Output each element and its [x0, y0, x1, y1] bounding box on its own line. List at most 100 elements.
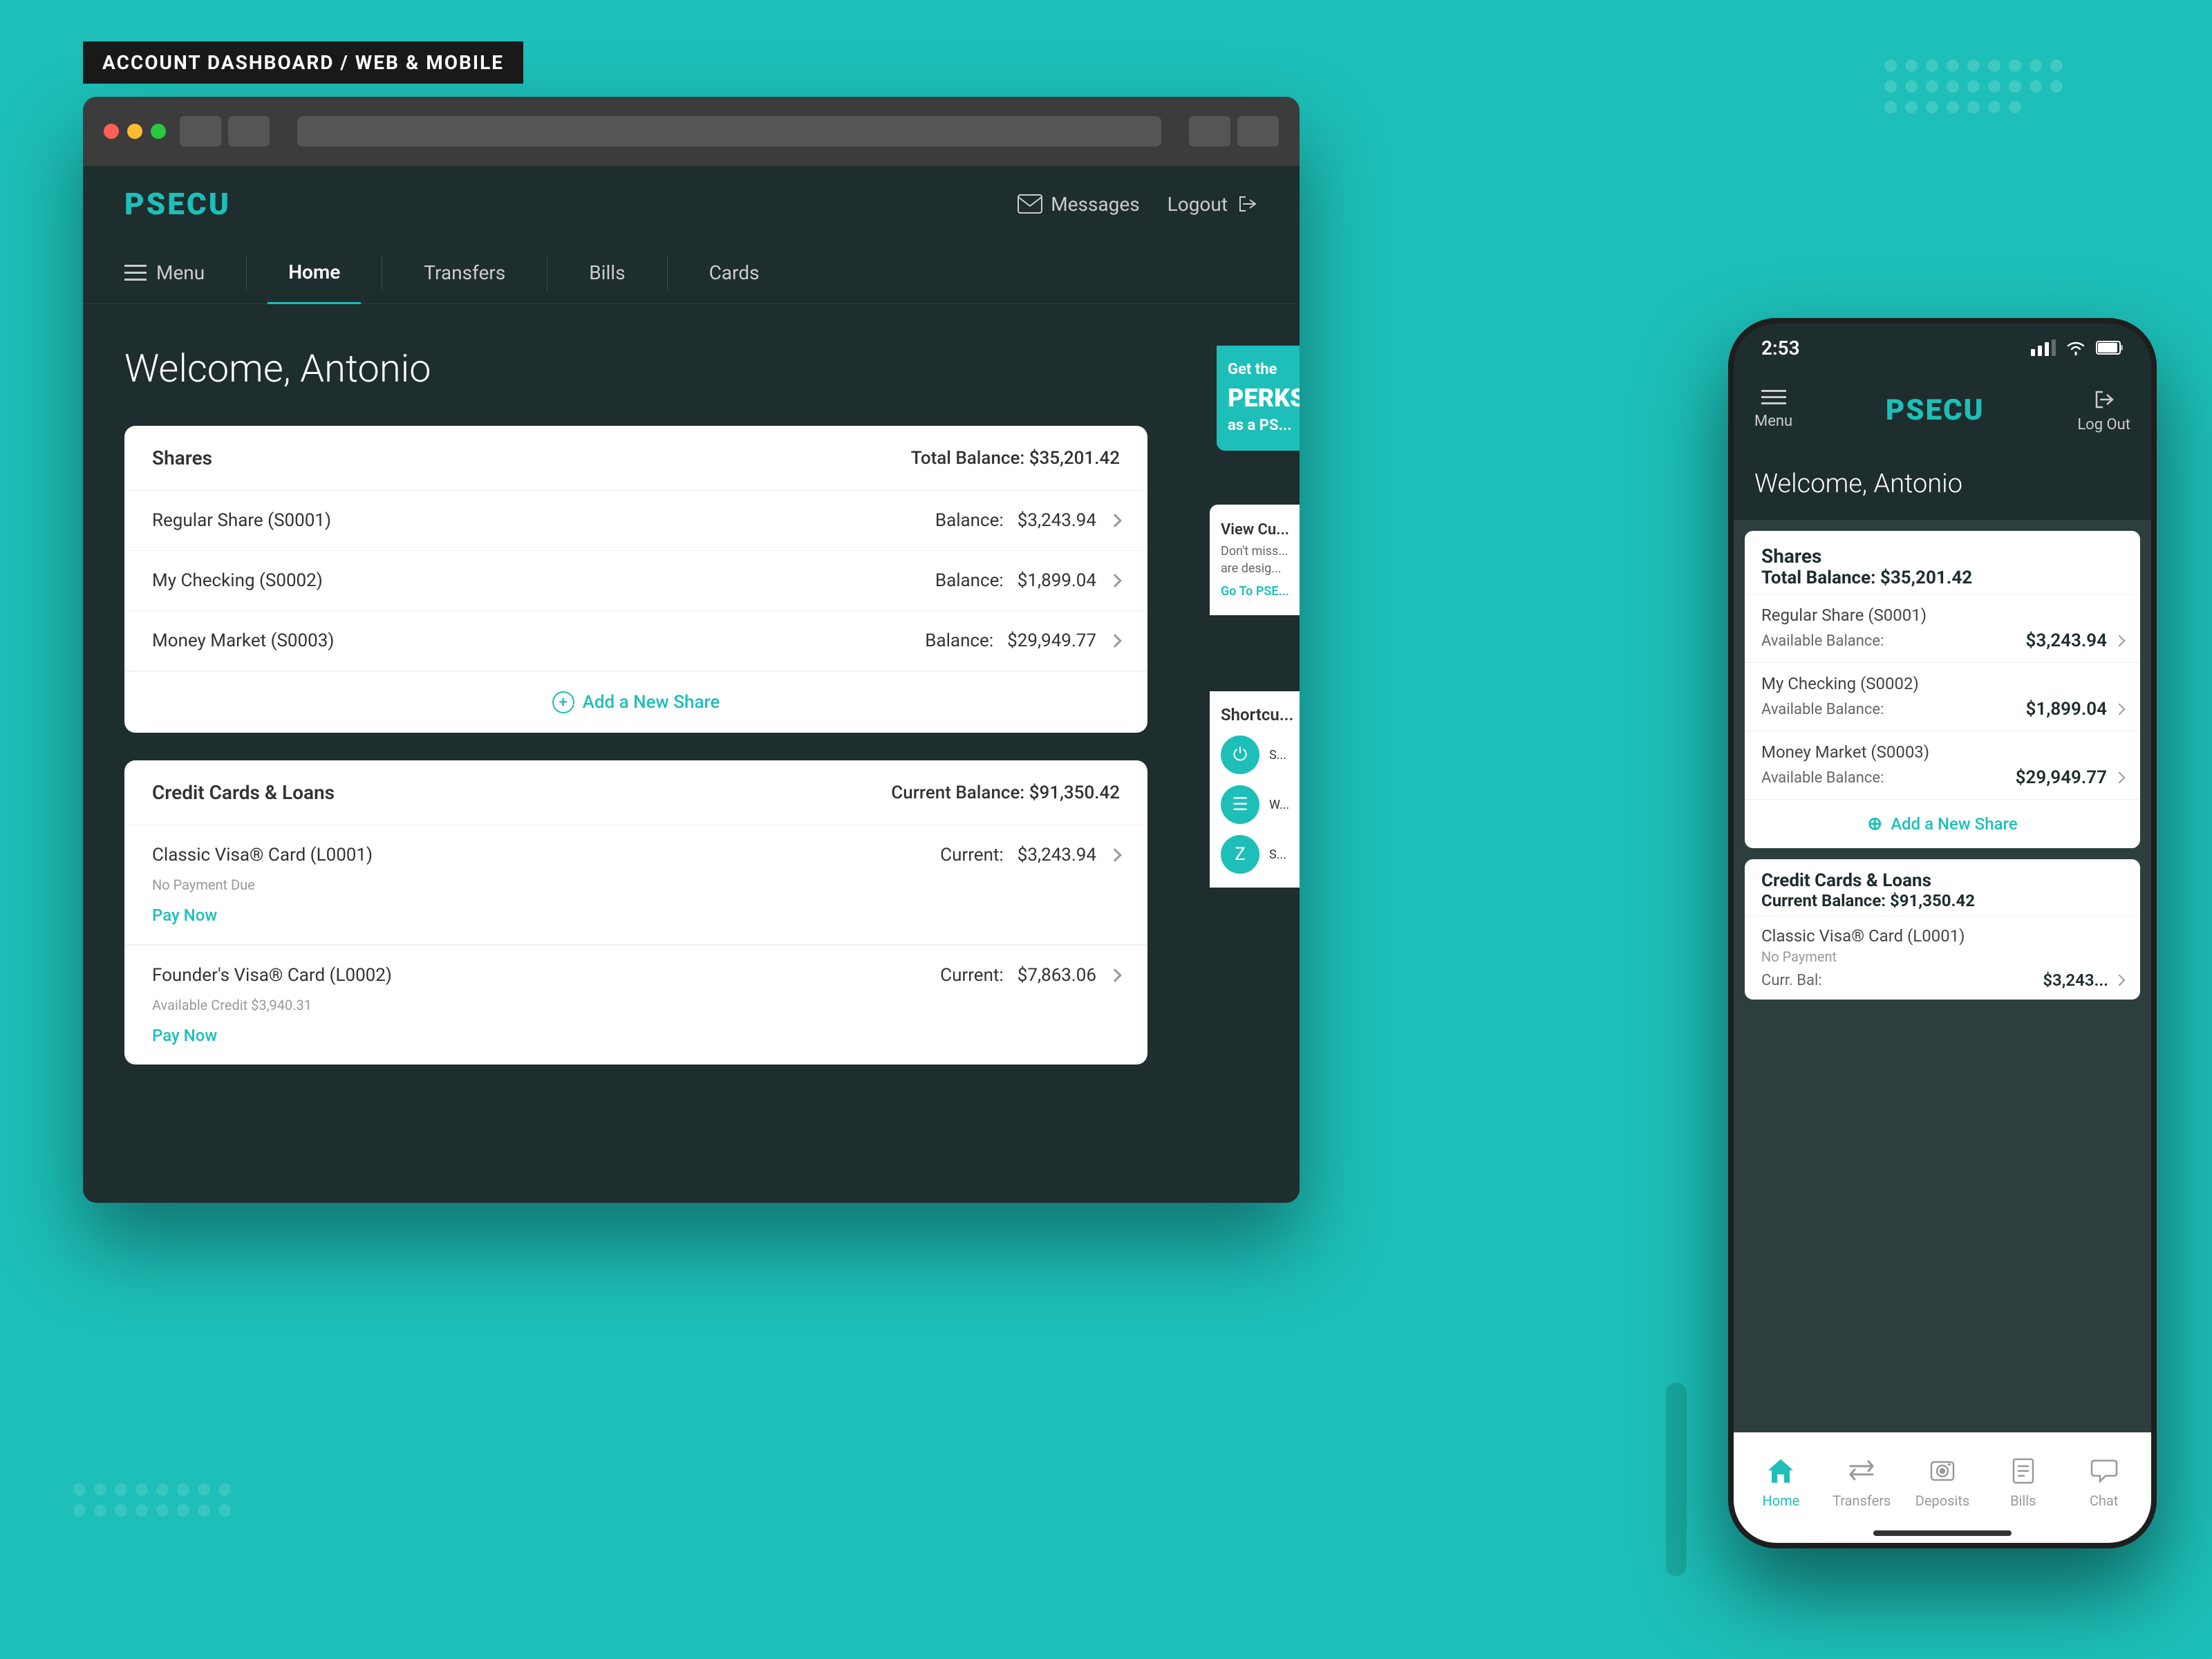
credit-total-balance: Current Balance: $91,350.42 — [891, 782, 1120, 803]
mobile-shares-balance-value-3: $29,949.77 — [2016, 767, 2124, 788]
pay-now-link-2[interactable]: Pay Now — [152, 1026, 217, 1045]
nav-divider — [246, 256, 247, 290]
shares-balance-label-3: Balance: — [925, 630, 993, 651]
welcome-title: Welcome, Antonio — [124, 346, 1258, 391]
browser-forward-button[interactable] — [228, 116, 270, 147]
browser-window: PSECU Messages Logout — [83, 97, 1300, 1203]
envelope-icon — [1018, 194, 1042, 214]
mobile-shares-row-1[interactable]: Regular Share (S0001) Available Balance:… — [1745, 594, 2140, 662]
chat-icon — [2088, 1454, 2121, 1487]
mobile-card-balance-value-1: $3,243... — [2043, 971, 2124, 990]
signal-icon — [2031, 339, 2056, 356]
mobile-shares-header: Shares Total Balance: $35,201.42 — [1745, 531, 2140, 594]
credit-row-2[interactable]: Founder's Visa® Card (L0002) Current: $7… — [124, 945, 1147, 1065]
mobile-nav-transfers-label: Transfers — [1833, 1492, 1891, 1509]
shortcut-icon-1[interactable]: ⏻ — [1221, 735, 1259, 774]
browser-menu-button[interactable] — [1237, 116, 1279, 147]
menu-button[interactable]: Menu — [124, 261, 205, 284]
credit-balance-1: Current: $3,243.94 — [940, 845, 1120, 865]
mobile-shares-balance-value-1: $3,243.94 — [2026, 630, 2124, 651]
mobile-shares-row-2[interactable]: My Checking (S0002) Available Balance: $… — [1745, 662, 2140, 731]
shortcut-icon-3[interactable]: Z — [1221, 835, 1259, 874]
browser-bookmark-button[interactable] — [1189, 116, 1230, 147]
messages-button[interactable]: Messages — [1018, 193, 1139, 216]
shares-balance-label-2: Balance: — [935, 570, 1004, 591]
pay-now-link-1[interactable]: Pay Now — [152, 906, 217, 925]
status-icons — [2031, 339, 2124, 356]
mobile-shares-balance-row-2: Available Balance: $1,899.04 — [1761, 699, 2124, 720]
mobile-shares-balance-label-2: Available Balance: — [1761, 701, 1884, 718]
mobile-chevron-2 — [2114, 704, 2126, 715]
mobile-status-bar: 2:53 — [1734, 324, 2151, 372]
home-icon — [1764, 1454, 1797, 1487]
mobile-logout-button[interactable]: Log Out — [2077, 387, 2130, 433]
browser-action-buttons — [1189, 116, 1279, 147]
mobile-bottom-nav: Home Transfers Deposits — [1734, 1432, 2151, 1543]
plus-circle-icon: + — [552, 691, 574, 713]
credit-balance-value-1: $3,243.94 — [1018, 845, 1096, 865]
credit-card: Credit Cards & Loans Current Balance: $9… — [124, 760, 1147, 1065]
shares-balance-1: Balance: $3,243.94 — [935, 510, 1120, 531]
credit-row-1[interactable]: Classic Visa® Card (L0001) Current: $3,2… — [124, 825, 1147, 945]
mobile-add-share-button[interactable]: ⊕ Add a New Share — [1745, 799, 2140, 848]
mobile-header: Menu PSECU Log Out — [1734, 372, 2151, 448]
mobile-shares-section: Shares Total Balance: $35,201.42 Regular… — [1745, 531, 2140, 848]
browser-back-button[interactable] — [180, 116, 221, 147]
mobile-menu-button[interactable]: Menu — [1754, 390, 1792, 430]
status-time: 2:53 — [1761, 337, 1800, 359]
mobile-content: Welcome, Antonio Shares Total Balance: $… — [1734, 448, 2151, 1432]
mobile-hamburger-icon — [1761, 390, 1786, 409]
mobile-nav-deposits-label: Deposits — [1915, 1492, 1969, 1509]
mobile-credit-section: Credit Cards & Loans Current Balance: $9… — [1745, 859, 2140, 1000]
shares-balance-value-3: $29,949.77 — [1007, 630, 1096, 651]
credit-card-sub-1: No Payment Due — [152, 877, 255, 893]
mobile-nav-deposits[interactable]: Deposits — [1902, 1454, 1983, 1509]
shortcut-icon-2[interactable]: ☰ — [1221, 785, 1259, 824]
mobile-nav-home[interactable]: Home — [1741, 1454, 1821, 1509]
close-dot[interactable] — [104, 124, 119, 139]
browser-nav-buttons — [180, 116, 270, 147]
credit-balance-label-2: Current: — [940, 965, 1004, 986]
mobile-nav-bills[interactable]: Bills — [1983, 1454, 2063, 1509]
shares-balance-value-1: $3,243.94 — [1018, 510, 1096, 531]
mobile-shares-name-1: Regular Share (S0001) — [1761, 606, 2124, 625]
browser-address-bar[interactable] — [297, 116, 1161, 147]
mobile-card-row-1[interactable]: Classic Visa® Card (L0001) No Payment Cu… — [1745, 916, 2140, 1000]
mobile-nav-chat[interactable]: Chat — [2063, 1454, 2144, 1509]
mobile-logo: PSECU — [1886, 393, 1985, 427]
mobile-shares-name-2: My Checking (S0002) — [1761, 674, 2124, 693]
mobile-shares-balance-value-2: $1,899.04 — [2026, 699, 2124, 720]
shares-balance-3: Balance: $29,949.77 — [925, 630, 1120, 651]
mobile-card-sub-1: No Payment — [1761, 948, 2124, 965]
go-to-psecu-link[interactable]: Go To PSE... — [1221, 584, 1300, 599]
chevron-right-icon-3 — [1108, 634, 1122, 648]
chevron-right-icon-2 — [1108, 574, 1122, 588]
nav-item-bills[interactable]: Bills — [568, 242, 646, 304]
credit-balance-2: Current: $7,863.06 — [940, 965, 1120, 986]
nav-item-transfers[interactable]: Transfers — [403, 242, 526, 304]
nav-item-home[interactable]: Home — [268, 242, 361, 304]
add-share-button[interactable]: + Add a New Share — [124, 671, 1147, 733]
mobile-nav-transfers[interactable]: Transfers — [1821, 1454, 1902, 1509]
minimize-dot[interactable] — [127, 124, 142, 139]
shares-row-3[interactable]: Money Market (S0003) Balance: $29,949.77 — [124, 611, 1147, 671]
mobile-credit-header: Credit Cards & Loans Current Balance: $9… — [1745, 859, 2140, 916]
mobile-chevron-1 — [2114, 635, 2126, 647]
mobile-shares-row-3[interactable]: Money Market (S0003) Available Balance: … — [1745, 731, 2140, 799]
mobile-shares-balance-label-3: Available Balance: — [1761, 769, 1884, 787]
maximize-dot[interactable] — [151, 124, 166, 139]
browser-chrome — [83, 97, 1300, 166]
transfers-icon — [1845, 1454, 1878, 1487]
chevron-right-icon-4 — [1108, 848, 1122, 862]
credit-card-name-2: Founder's Visa® Card (L0002) — [152, 965, 392, 986]
nav-item-cards[interactable]: Cards — [688, 242, 780, 304]
logout-button[interactable]: Logout — [1168, 193, 1258, 216]
mobile-chevron-3 — [2114, 772, 2126, 784]
credit-card-sub-2: Available Credit $3,940.31 — [152, 997, 312, 1013]
web-app: PSECU Messages Logout — [83, 166, 1300, 1203]
shares-row-2[interactable]: My Checking (S0002) Balance: $1,899.04 — [124, 551, 1147, 611]
browser-traffic-lights — [104, 124, 166, 139]
hamburger-icon — [124, 265, 147, 281]
shares-row-1[interactable]: Regular Share (S0001) Balance: $3,243.94 — [124, 491, 1147, 551]
mobile-card-name-1: Classic Visa® Card (L0001) — [1761, 926, 2124, 946]
